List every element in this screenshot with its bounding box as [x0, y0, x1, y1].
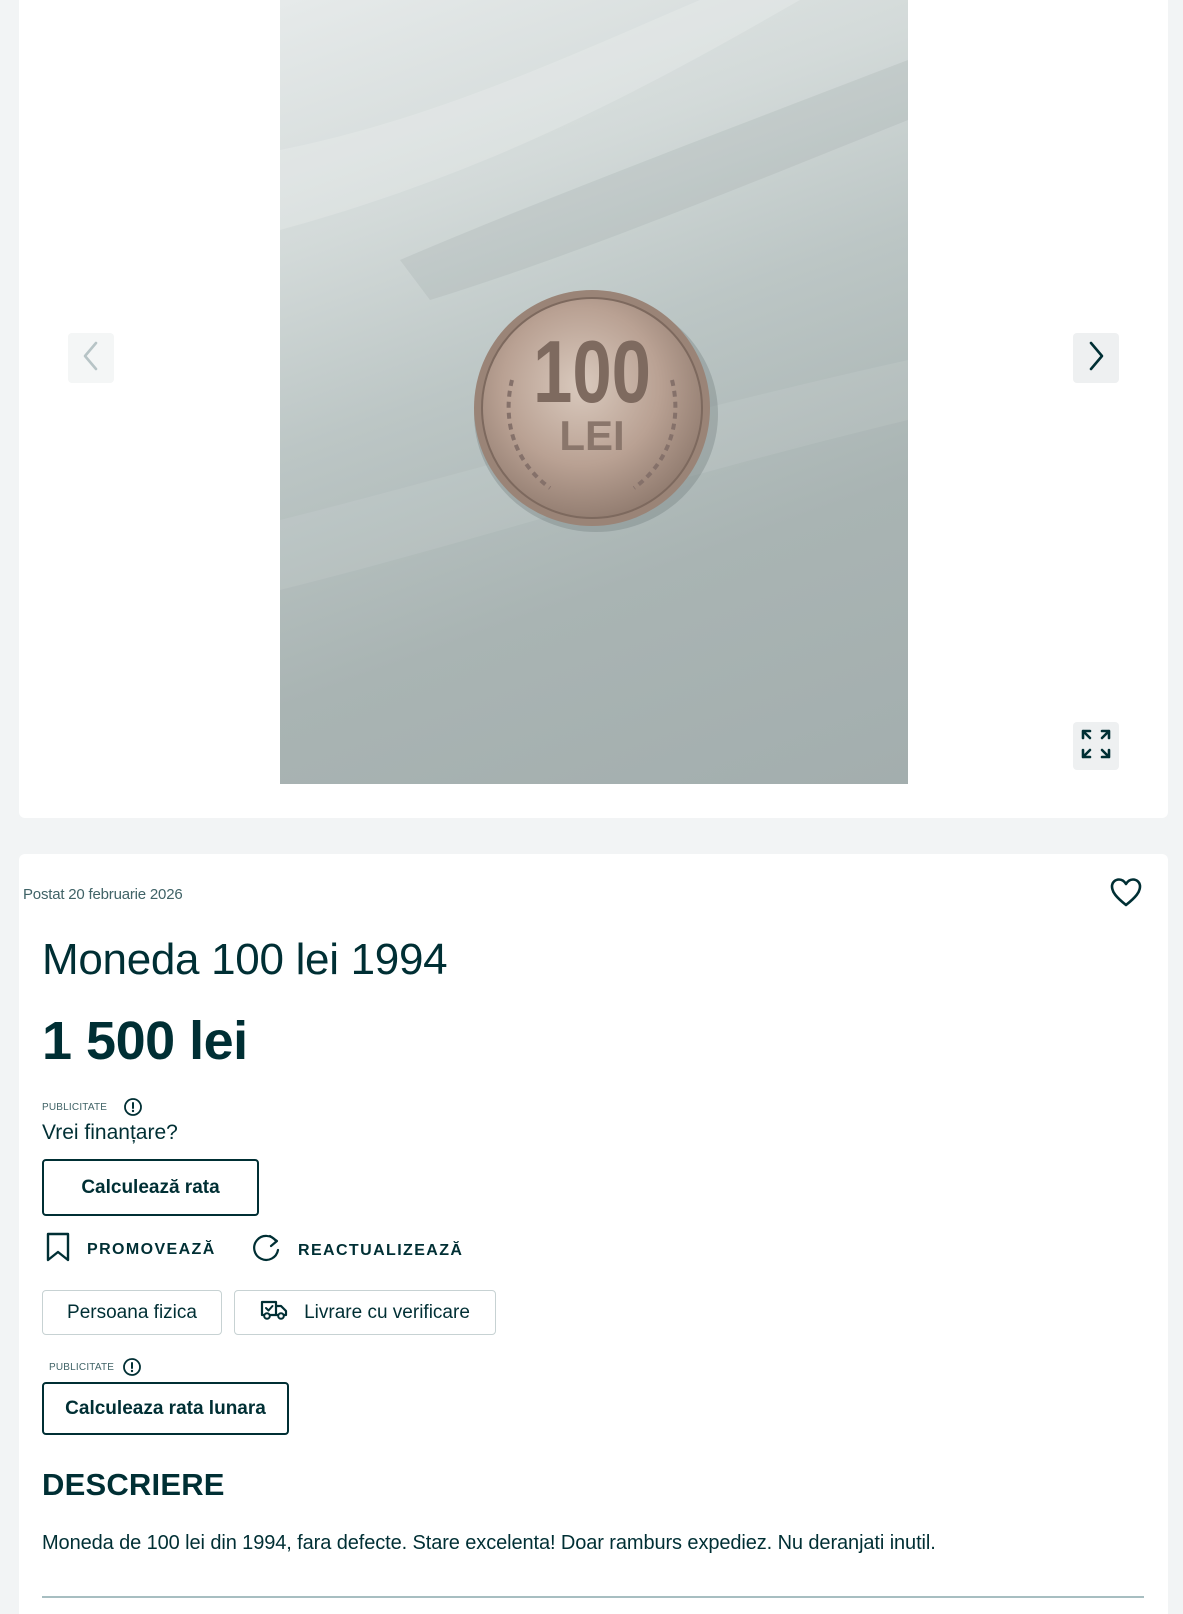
chevron-right-icon: [1085, 340, 1107, 377]
calculate-monthly-rate-button[interactable]: Calculeaza rata lunara: [42, 1382, 289, 1435]
fullscreen-button[interactable]: [1073, 722, 1119, 770]
listing-price: 1 500 lei: [42, 1011, 248, 1071]
section-divider: [42, 1596, 1144, 1598]
promote-button[interactable]: PROMOVEAZĂ: [45, 1232, 216, 1267]
image-gallery: 100 LEI: [19, 0, 1168, 818]
description-text: Moneda de 100 lei din 1994, fara defecte…: [42, 1532, 936, 1554]
refresh-icon: [250, 1232, 282, 1269]
expand-icon: [1079, 727, 1113, 766]
advertising-label-text: PUBLICITATE: [42, 1101, 108, 1113]
calculate-rate-button[interactable]: Calculează rata: [42, 1159, 259, 1216]
chevron-left-icon: [80, 340, 102, 377]
financing-question: Vrei finanțare?: [42, 1121, 178, 1144]
seller-type-badge: Persoana fizica: [42, 1290, 222, 1335]
bookmark-icon: [45, 1232, 71, 1267]
coin-value-text: 100: [533, 322, 651, 421]
description-heading: DESCRIERE: [42, 1467, 225, 1502]
advertising-label-secondary: PUBLICITATE: [49, 1357, 142, 1377]
delivery-text: Livrare cu verificare: [304, 1301, 470, 1323]
delivery-badge: Livrare cu verificare: [234, 1290, 496, 1335]
promote-label: PROMOVEAZĂ: [87, 1240, 216, 1258]
listing-title: Moneda 100 lei 1994: [42, 935, 448, 984]
info-icon[interactable]: [123, 1097, 143, 1117]
gallery-next-button[interactable]: [1073, 333, 1119, 383]
favorite-button[interactable]: [1108, 876, 1144, 912]
advertising-label-text-secondary: PUBLICITATE: [49, 1361, 115, 1373]
info-icon-secondary[interactable]: [122, 1357, 142, 1377]
refresh-label: REACTUALIZEAZĂ: [298, 1241, 464, 1259]
refresh-listing-button[interactable]: REACTUALIZEAZĂ: [250, 1232, 463, 1269]
seller-type-text: Persoana fizica: [67, 1301, 197, 1323]
listing-photo[interactable]: 100 LEI: [280, 0, 908, 784]
advertising-label: PUBLICITATE: [42, 1097, 143, 1117]
heart-icon: [1109, 876, 1143, 913]
gallery-prev-button[interactable]: [68, 333, 114, 383]
coin-currency-text: LEI: [559, 412, 624, 459]
posted-date: Postat 20 februarie 2026: [23, 886, 183, 903]
delivery-truck-icon: [260, 1299, 288, 1327]
